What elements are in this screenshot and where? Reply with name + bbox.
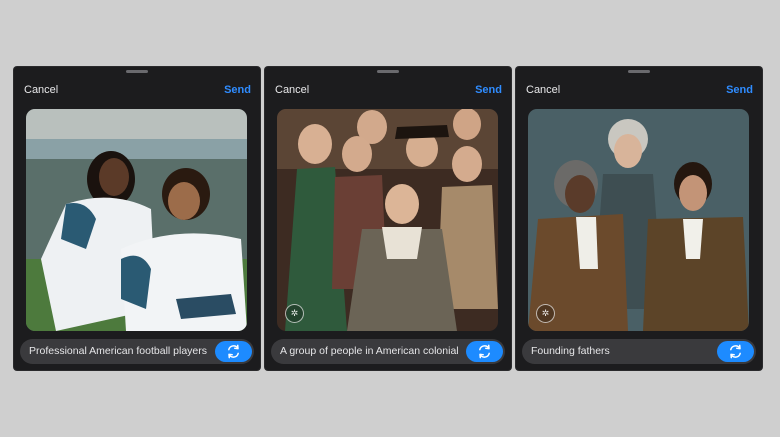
- generated-image: ✲: [528, 109, 749, 331]
- cancel-button[interactable]: Cancel: [526, 84, 560, 96]
- send-button[interactable]: Send: [726, 84, 753, 96]
- prompt-bar[interactable]: A group of people in American colonial: [271, 339, 505, 364]
- regenerate-button[interactable]: [466, 341, 503, 362]
- regenerate-button[interactable]: [717, 341, 754, 362]
- drag-handle[interactable]: [377, 70, 399, 73]
- prompt-text[interactable]: Founding fathers: [531, 345, 610, 357]
- image-preview-panel-3: Cancel Send ✲ Founding fathers: [516, 67, 762, 370]
- cancel-button[interactable]: Cancel: [24, 84, 58, 96]
- prompt-bar[interactable]: Professional American football players: [20, 339, 254, 364]
- drag-handle[interactable]: [628, 70, 650, 73]
- founding-fathers-image: [528, 109, 749, 331]
- send-button[interactable]: Send: [475, 84, 502, 96]
- image-preview-panel-2: Cancel Send ✲ A group of people in Ameri…: [265, 67, 511, 370]
- prompt-bar[interactable]: Founding fathers: [522, 339, 756, 364]
- football-players-image: [26, 109, 247, 331]
- ai-watermark-icon: ✲: [285, 304, 304, 323]
- ai-watermark-icon: ✲: [536, 304, 555, 323]
- generated-image: ✲: [277, 109, 498, 331]
- refresh-icon: [730, 344, 741, 359]
- generated-image: [26, 109, 247, 331]
- refresh-icon: [228, 344, 239, 359]
- colonial-group-image: [277, 109, 498, 331]
- refresh-icon: [479, 344, 490, 359]
- drag-handle[interactable]: [126, 70, 148, 73]
- image-preview-panel-1: Cancel Send Professional American footba…: [14, 67, 260, 370]
- send-button[interactable]: Send: [224, 84, 251, 96]
- cancel-button[interactable]: Cancel: [275, 84, 309, 96]
- prompt-text[interactable]: Professional American football players: [29, 345, 207, 357]
- prompt-text[interactable]: A group of people in American colonial: [280, 345, 459, 357]
- regenerate-button[interactable]: [215, 341, 252, 362]
